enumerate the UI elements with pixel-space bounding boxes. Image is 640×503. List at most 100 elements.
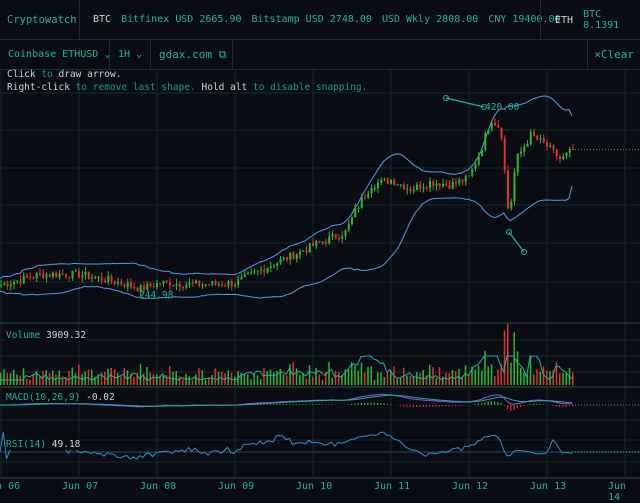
candle (312, 243, 314, 246)
candle (46, 274, 48, 278)
candle (280, 259, 282, 263)
volume-bar (250, 379, 252, 385)
volume-bar (322, 380, 324, 385)
candle (315, 241, 317, 246)
candle (393, 180, 395, 185)
macd-histogram-bar (504, 405, 505, 406)
candle (195, 281, 197, 283)
macd-histogram-bar (533, 404, 534, 405)
macd-histogram-bar (267, 404, 268, 405)
candle (172, 286, 174, 287)
candle (468, 175, 470, 176)
candle (254, 271, 256, 272)
candle (296, 254, 298, 258)
macd-histogram-bar (367, 403, 368, 405)
macd-histogram-bar (374, 403, 375, 405)
volume-bar (533, 374, 535, 385)
macd-histogram-bar (556, 405, 557, 406)
candle (306, 251, 308, 252)
macd-histogram-bar (455, 405, 456, 406)
candle (562, 156, 564, 159)
macd-histogram-bar (143, 405, 144, 406)
volume-bar (481, 371, 483, 385)
volume-bar (270, 370, 272, 385)
volume-bar (556, 362, 558, 385)
candle (182, 287, 184, 288)
macd-histogram-bar (380, 403, 381, 405)
macd-histogram-bar (416, 405, 417, 407)
candle (231, 281, 233, 286)
candle (484, 133, 486, 150)
volume-bar (520, 368, 522, 385)
candle (49, 274, 51, 276)
candle (169, 282, 171, 286)
drawing-hint: Click to draw arrow. Right-click to remo… (7, 68, 367, 94)
macd-histogram-bar (283, 404, 284, 405)
macd-histogram-bar (280, 404, 281, 405)
candle (189, 283, 191, 285)
macd-histogram-bar (429, 405, 430, 407)
candle (156, 283, 158, 287)
volume-bar (189, 377, 191, 385)
candle (400, 184, 402, 185)
candle (367, 193, 369, 197)
candle (81, 275, 83, 277)
volume-bar (62, 376, 64, 385)
volume-bar (354, 365, 356, 385)
candle (215, 281, 217, 284)
volume-bar (364, 373, 366, 385)
volume-bar (491, 364, 493, 385)
volume-bar (536, 369, 538, 385)
volume-bar (7, 373, 9, 385)
x-axis-label: Jun 10 (296, 481, 332, 492)
volume-bar (289, 364, 291, 385)
candle (221, 284, 223, 285)
candle (234, 285, 236, 286)
volume-bar (442, 377, 444, 385)
macd-histogram-bar (270, 404, 271, 405)
macd-histogram-bar (403, 405, 404, 406)
volume-bar (406, 376, 408, 385)
volume-bar (267, 371, 269, 385)
macd-histogram-bar (322, 404, 323, 405)
x-axis-label: Jun 07 (62, 481, 98, 492)
candle (566, 153, 568, 157)
candle (546, 142, 548, 146)
candle (65, 275, 67, 278)
candle (426, 187, 428, 188)
candle (260, 270, 262, 271)
volume-bar (523, 373, 525, 385)
volume-bar (234, 377, 236, 385)
candle (270, 266, 272, 268)
candle (419, 185, 421, 189)
macd-histogram-bar (497, 402, 498, 405)
macd-histogram-bar (390, 404, 391, 405)
candle (445, 184, 447, 185)
volume-bar (192, 380, 194, 385)
candle (16, 281, 18, 282)
volume-bar (510, 363, 512, 385)
volume-bar (182, 380, 184, 385)
candle (478, 156, 480, 164)
volume-bar (306, 379, 308, 385)
volume-bar (390, 371, 392, 385)
macd-histogram-bar (510, 405, 511, 411)
macd-label: MACD(10,26,9) -0.02 (6, 392, 115, 403)
candle (88, 272, 90, 279)
macd-histogram-bar (553, 405, 554, 406)
macd-histogram-bar (413, 405, 414, 407)
macd-histogram-bar (263, 404, 264, 405)
macd-histogram-bar (312, 404, 313, 405)
candle (442, 184, 444, 187)
candle (527, 144, 529, 147)
candle (423, 187, 425, 188)
candle (85, 272, 87, 276)
macd-histogram-bar (364, 403, 365, 405)
macd-histogram-bar (410, 405, 411, 407)
volume-bar (176, 371, 178, 385)
macd-histogram-bar (484, 402, 485, 405)
candle (3, 283, 5, 284)
candle (55, 273, 57, 277)
candle (491, 123, 493, 130)
volume-bar (312, 377, 314, 385)
